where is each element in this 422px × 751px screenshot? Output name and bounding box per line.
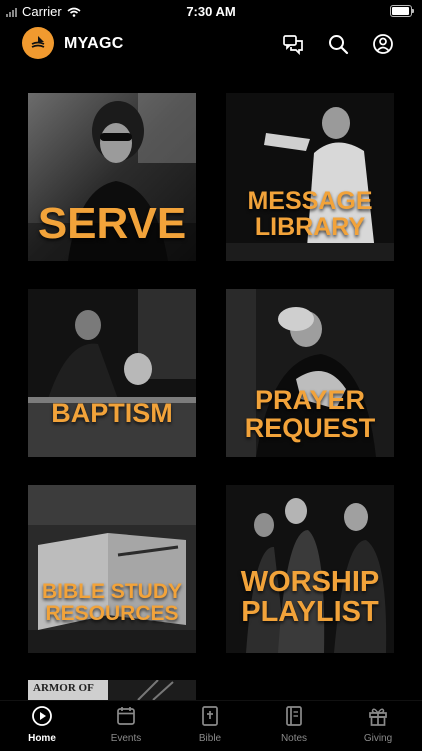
tab-giving[interactable]: Giving bbox=[336, 705, 420, 744]
tab-notes[interactable]: Notes bbox=[252, 705, 336, 744]
tab-label: Events bbox=[110, 733, 142, 744]
tile-worship-playlist[interactable]: WORSHIP PLAYLIST bbox=[226, 485, 394, 653]
search-icon[interactable] bbox=[327, 33, 349, 55]
tab-label: Giving bbox=[363, 733, 393, 744]
app-title: MYAGC bbox=[64, 35, 124, 52]
book-plus-icon bbox=[202, 706, 218, 726]
tab-label: Notes bbox=[280, 733, 308, 744]
tile-label: BAPTISM bbox=[51, 398, 173, 428]
tile-prayer-request[interactable]: PRAYER REQUEST bbox=[226, 289, 394, 457]
baptism-photo bbox=[28, 289, 196, 457]
tile-label: SERVE bbox=[37, 199, 187, 248]
battery-icon bbox=[390, 5, 414, 17]
tile-message-library[interactable]: MESSAGE LIBRARY bbox=[226, 93, 394, 261]
app-logo[interactable] bbox=[22, 27, 54, 59]
tab-events[interactable]: Events bbox=[84, 705, 168, 744]
tab-home[interactable]: Home bbox=[0, 705, 84, 744]
tile-baptism[interactable]: BAPTISM bbox=[28, 289, 196, 457]
armor-label: ARMOR OF bbox=[33, 682, 94, 694]
calendar-icon bbox=[117, 707, 135, 725]
play-circle-icon bbox=[32, 706, 52, 726]
tab-bible[interactable]: Bible bbox=[168, 705, 252, 744]
tab-label: Home bbox=[28, 733, 56, 744]
tile-armor[interactable]: ARMOR OF bbox=[28, 680, 196, 700]
status-bar: Carrier 7:30 AM bbox=[0, 0, 422, 22]
tile-label: PRAYER REQUEST bbox=[244, 385, 376, 444]
app-header: MYAGC bbox=[0, 26, 422, 62]
status-time: 7:30 AM bbox=[186, 4, 236, 19]
tab-bar: Home Events Bible Notes Giving bbox=[0, 700, 422, 751]
bible-study-photo bbox=[28, 485, 196, 653]
logo-icon bbox=[31, 36, 45, 48]
tile-label: MESSAGE LIBRARY bbox=[247, 187, 373, 242]
account-icon[interactable] bbox=[372, 33, 394, 55]
tile-bible-study-resources[interactable]: BIBLE STUDY RESOURCES bbox=[28, 485, 196, 653]
tab-label: Bible bbox=[198, 733, 222, 744]
tile-serve[interactable]: SERVE bbox=[28, 93, 196, 261]
tile-label: WORSHIP PLAYLIST bbox=[240, 566, 380, 629]
notes-icon bbox=[286, 706, 302, 726]
tile-label: BIBLE STUDY RESOURCES bbox=[41, 580, 182, 626]
chat-icon[interactable] bbox=[282, 33, 304, 55]
gift-icon bbox=[369, 708, 387, 726]
